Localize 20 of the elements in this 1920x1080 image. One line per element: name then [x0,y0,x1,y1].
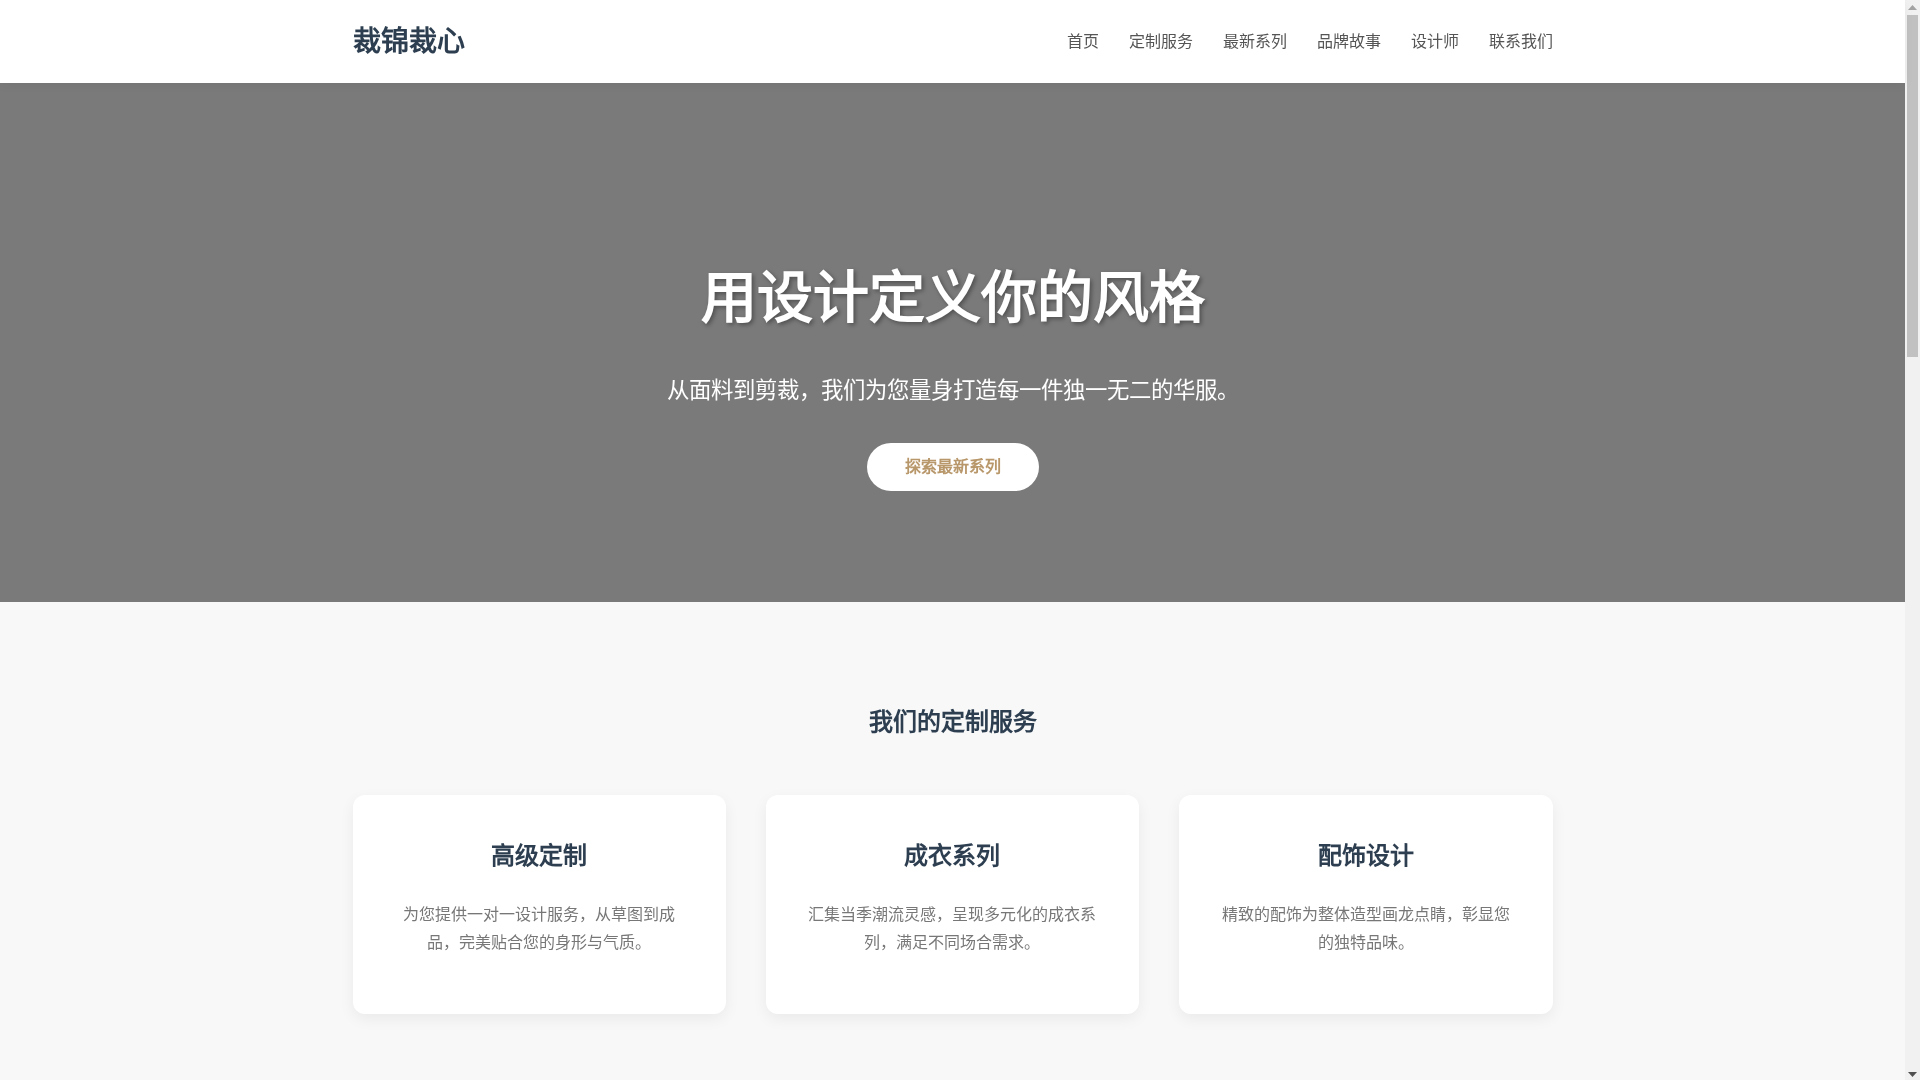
brand-logo[interactable]: 裁锦裁心 [352,24,465,59]
section-title: 我们的定制服务 [868,708,1037,737]
nav-link[interactable]: 设计师 [1410,23,1459,60]
nav-link[interactable]: 定制服务 [1128,23,1193,60]
nav-link[interactable]: 品牌故事 [1316,23,1381,60]
card-title: 配饰设计 [1317,841,1414,871]
hero-title: 用设计定义你的风格 [700,265,1205,331]
nav-link[interactable]: 最新系列 [1222,23,1287,60]
scroll-up-icon[interactable] [1908,5,1917,10]
card-description: 为您提供一对一设计服务，从草图到成品，完美贴合您的身形与气质。 [402,904,677,954]
scrollbar[interactable] [1905,0,1920,1080]
nav-link[interactable]: 首页 [1066,23,1099,60]
scroll-down-icon[interactable] [1908,1072,1917,1077]
nav-link[interactable]: 联系我们 [1488,23,1553,60]
card-title: 高级定制 [491,841,588,871]
scrollbar-thumb[interactable] [1907,15,1918,357]
card-description: 精致的配饰为整体造型画龙点睛，彰显您的独特品味。 [1220,904,1511,954]
card-description: 汇集当季潮流灵感，呈现多元化的成衣系列，满足不同场合需求。 [807,904,1098,954]
hero-subtitle: 从面料到剪裁，我们为您量身打造每一件独一无二的华服。 [666,377,1239,406]
card-title: 成衣系列 [904,841,1001,871]
